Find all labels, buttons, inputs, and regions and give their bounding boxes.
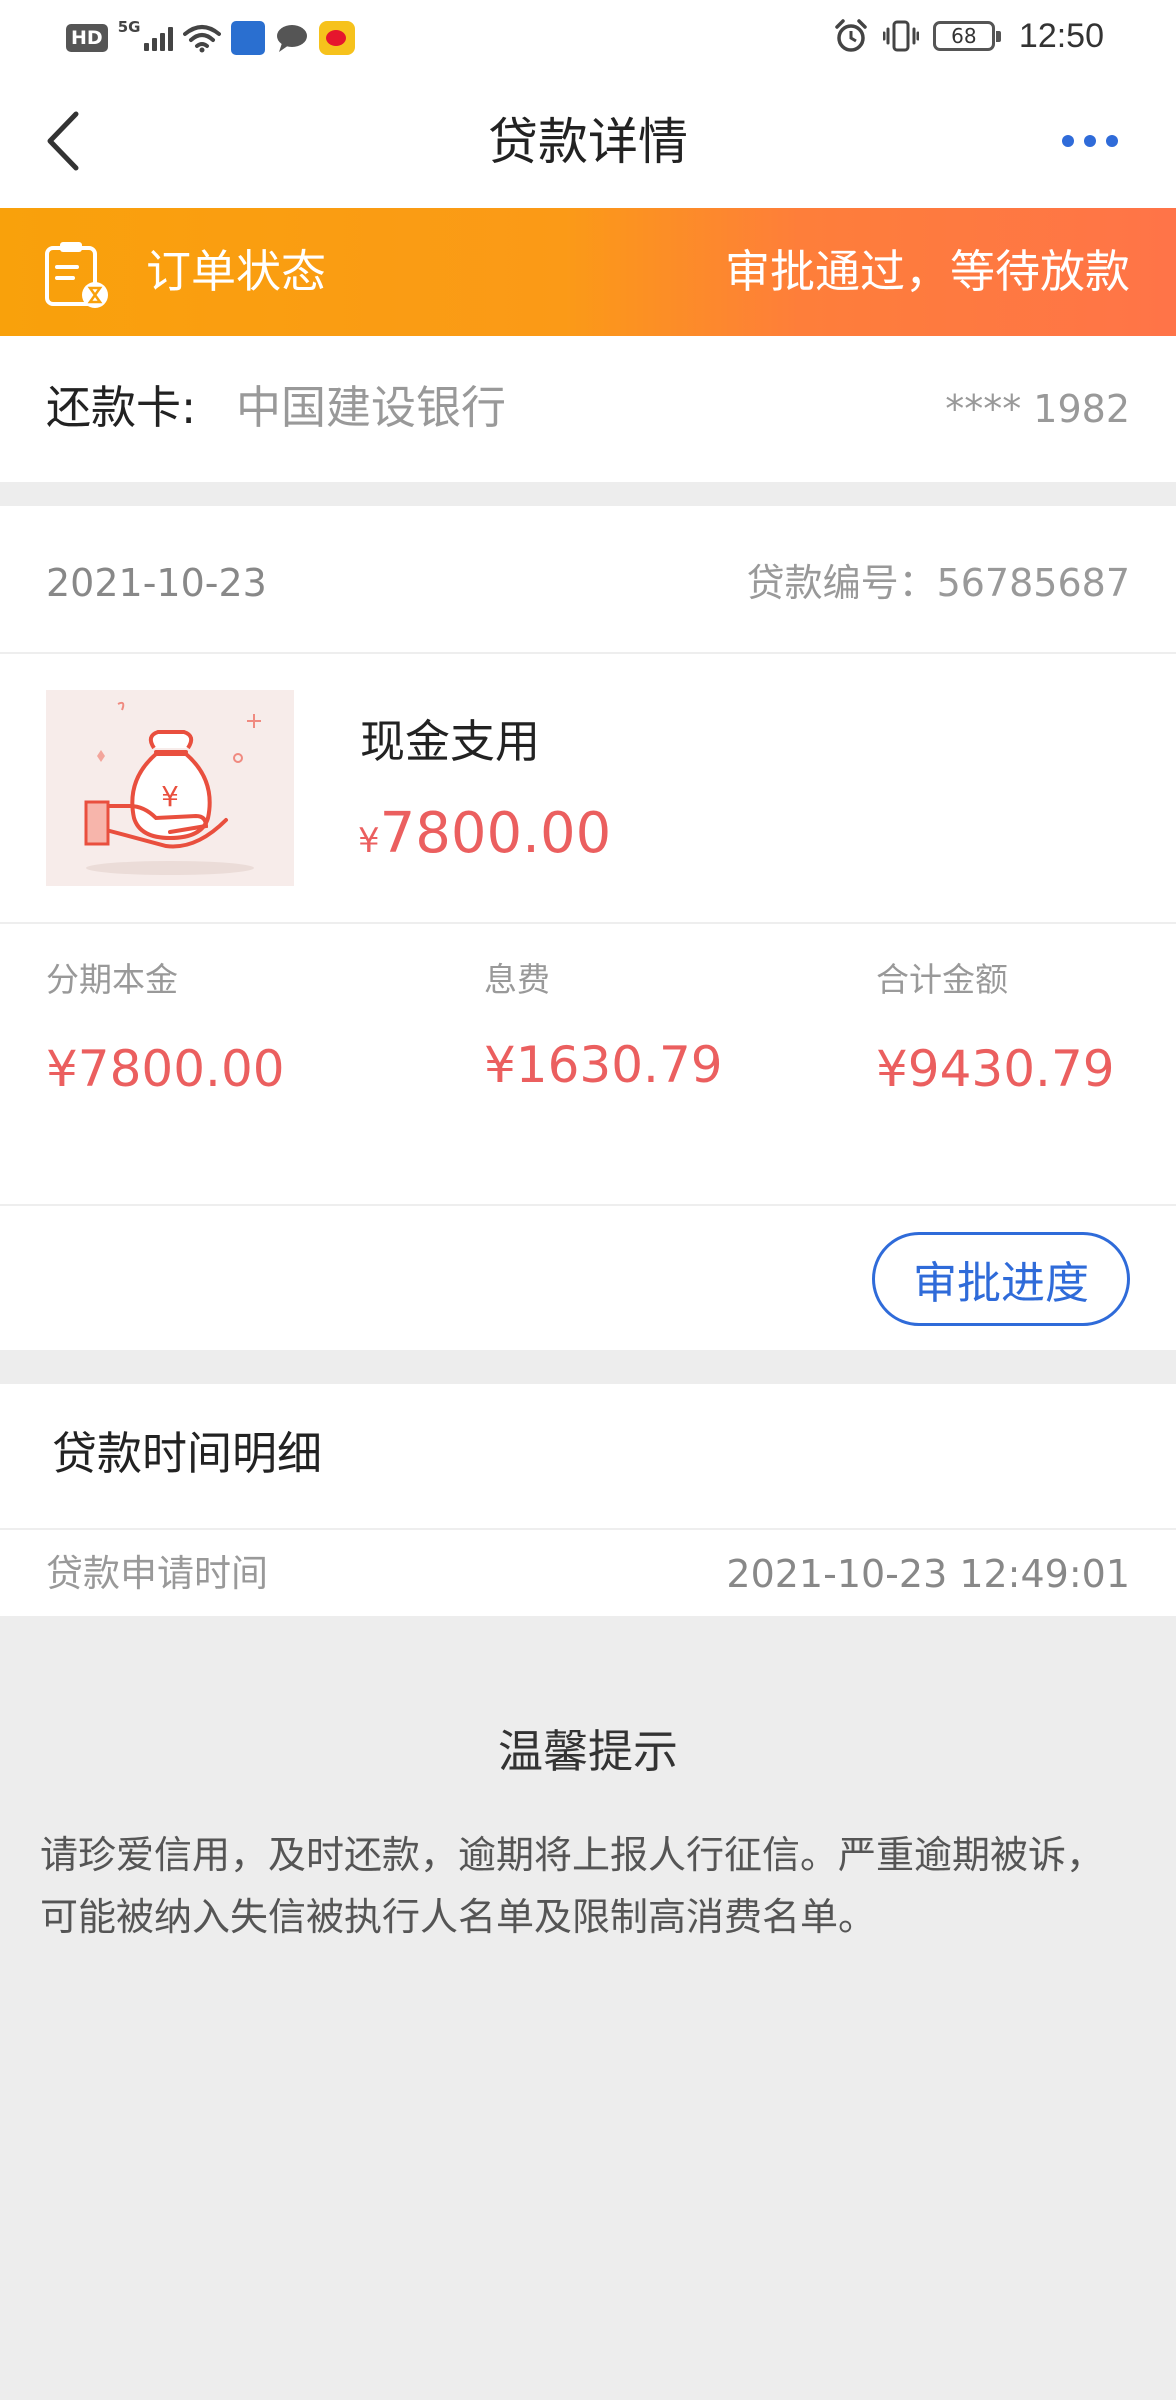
order-status-value: 审批通过，等待放款 bbox=[724, 245, 1130, 298]
repayment-card-label: 还款卡: bbox=[46, 381, 197, 434]
fee-column: 息费 ¥1630.79 bbox=[484, 956, 723, 1100]
loan-detail-page: HD 5G 68 12:50 贷款详情 订单状态 审批通过，等待放款 还款卡: … bbox=[0, 0, 1176, 2400]
more-options-icon[interactable] bbox=[1048, 116, 1132, 166]
principal-label: 分期本金 bbox=[46, 960, 178, 999]
principal-value: ¥7800.00 bbox=[46, 1040, 285, 1098]
status-bar: HD 5G 68 12:50 bbox=[0, 0, 1176, 72]
signal-icon bbox=[144, 25, 174, 51]
repayment-bank-name: 中国建设银行 bbox=[236, 381, 507, 434]
total-value: ¥9430.79 bbox=[876, 1040, 1115, 1098]
repayment-card-number: **** 1982 bbox=[945, 387, 1130, 431]
approval-progress-button[interactable]: 审批进度 bbox=[872, 1232, 1130, 1326]
total-label: 合计金额 bbox=[876, 960, 1008, 999]
tips-title: 温馨提示 bbox=[497, 1725, 678, 1778]
order-section: 2021-10-23 贷款编号：56785687 ¥ 现金支用 ¥7800.00 bbox=[0, 506, 1176, 1350]
money-bag-icon: ¥ bbox=[84, 701, 261, 875]
order-status-label: 订单状态 bbox=[146, 245, 327, 298]
alarm-icon bbox=[835, 19, 867, 52]
tips-text: 请珍爱信用，及时还款，逾期将上报人行征信。严重逾期被诉，可能被纳入失信被执行人名… bbox=[40, 1833, 1105, 1939]
hd-indicator: HD bbox=[66, 24, 108, 52]
vibrate-icon bbox=[882, 20, 919, 52]
weibo-icon bbox=[319, 21, 356, 55]
divider bbox=[0, 1528, 1176, 1530]
fee-label: 息费 bbox=[484, 960, 550, 999]
repayment-card-row: 还款卡: 中国建设银行 **** 1982 bbox=[0, 336, 1176, 482]
status-bar-left: HD 5G bbox=[66, 18, 356, 58]
clock: 12:50 bbox=[1018, 16, 1104, 55]
svg-text:¥: ¥ bbox=[161, 780, 179, 813]
total-column: 合计金额 ¥9430.79 bbox=[876, 956, 1115, 1104]
loan-amount: ¥7800.00 bbox=[358, 796, 611, 885]
divider bbox=[0, 652, 1176, 654]
app-notification-icon bbox=[231, 21, 266, 55]
loan-time-detail-section: 贷款时间明细 贷款申请时间 2021-10-23 12:49:01 bbox=[0, 1384, 1176, 1616]
loan-amount-value: 7800.00 bbox=[379, 801, 612, 866]
fee-value: ¥1630.79 bbox=[484, 1036, 723, 1094]
product-name: 现金支用 bbox=[360, 715, 541, 768]
apply-time-value: 2021-10-23 12:49:01 bbox=[726, 1552, 1130, 1596]
divider bbox=[0, 1204, 1176, 1206]
divider bbox=[0, 922, 1176, 924]
principal-column: 分期本金 ¥7800.00 bbox=[46, 956, 285, 1104]
loan-number: 贷款编号：56785687 bbox=[746, 561, 1130, 605]
apply-time-label: 贷款申请时间 bbox=[46, 1552, 268, 1595]
page-title: 贷款详情 bbox=[488, 113, 688, 171]
order-date: 2021-10-23 bbox=[46, 561, 267, 605]
currency-symbol: ¥ bbox=[358, 821, 380, 861]
navigation-bar: 贷款详情 bbox=[0, 72, 1176, 208]
order-clipboard-icon bbox=[45, 242, 108, 308]
cash-loan-illustration: ¥ bbox=[46, 690, 294, 886]
order-status-banner: 订单状态 审批通过，等待放款 bbox=[0, 208, 1176, 336]
status-bar-right: 68 12:50 bbox=[833, 14, 1104, 58]
message-icon bbox=[277, 25, 308, 52]
section-title: 贷款时间明细 bbox=[52, 1427, 323, 1480]
wifi-icon bbox=[183, 25, 222, 53]
network-type: 5G bbox=[117, 18, 141, 36]
battery-icon: 68 bbox=[932, 21, 1001, 51]
